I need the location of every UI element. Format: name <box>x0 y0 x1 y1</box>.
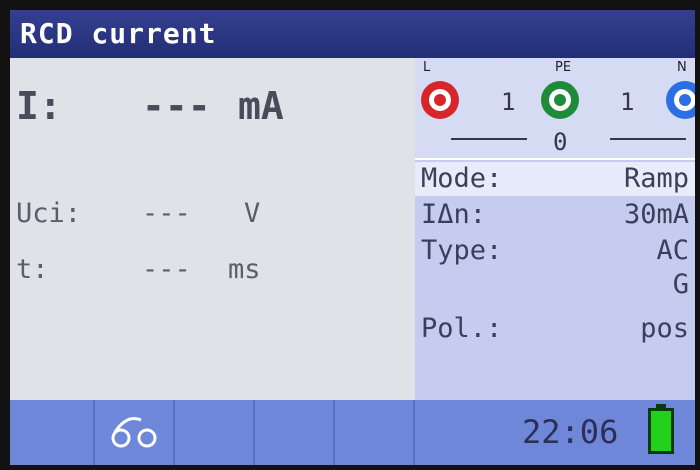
instrument-screen: RCD current I: --- mA Uci: --- V t: --- … <box>10 10 695 465</box>
setting-polarity[interactable]: Pol.: pos <box>415 312 695 346</box>
page-title: RCD current <box>10 10 695 58</box>
setting-value: Ramp <box>623 163 689 194</box>
settings-panel: L PE N 1 1 0 Mode: Ramp IΔn: 30mA Type: … <box>415 58 695 400</box>
function-key-3[interactable] <box>175 400 255 465</box>
function-key-1[interactable] <box>10 400 95 465</box>
terminal-status: L PE N 1 1 0 <box>415 58 695 160</box>
probe-icon <box>111 417 157 448</box>
terminal-pe-label: PE <box>555 60 572 75</box>
clock: 22:06 <box>522 413 619 451</box>
count-l-pe: 1 <box>501 88 516 116</box>
function-key-4[interactable] <box>255 400 335 465</box>
uci-unit: V <box>244 198 261 229</box>
t-value: --- <box>142 254 191 285</box>
setting-type-sub[interactable]: G <box>415 268 695 302</box>
result-value: --- <box>142 84 211 128</box>
uci-value: --- <box>142 198 191 229</box>
setting-label: Pol.: <box>421 313 503 344</box>
setting-value: G <box>672 269 689 300</box>
setting-type[interactable]: Type: AC <box>415 234 695 268</box>
connection-line-l-pe <box>451 138 527 140</box>
terminal-l-label: L <box>423 60 431 75</box>
function-key-bar: 22:06 <box>10 400 695 465</box>
t-unit: ms <box>228 254 261 285</box>
setting-value: pos <box>640 313 689 344</box>
setting-mode[interactable]: Mode: Ramp <box>415 162 695 196</box>
function-key-probe[interactable] <box>95 400 175 465</box>
t-label: t: <box>16 254 49 285</box>
setting-label: Mode: <box>421 163 503 194</box>
setting-label: Type: <box>421 235 503 266</box>
terminal-n-label: N <box>677 60 687 75</box>
battery-icon <box>648 404 674 454</box>
uci-label: Uci: <box>16 198 82 229</box>
result-unit: mA <box>238 84 284 128</box>
count-pe-n: 1 <box>620 88 635 116</box>
function-key-5[interactable] <box>335 400 415 465</box>
results-panel: I: --- mA Uci: --- V t: --- ms <box>10 58 415 400</box>
result-label: I: <box>16 84 62 128</box>
setting-value: AC <box>656 235 689 266</box>
setting-value: 30mA <box>623 199 689 230</box>
connection-line-pe-n <box>610 138 686 140</box>
setting-idn[interactable]: IΔn: 30mA <box>415 198 695 232</box>
setting-label: IΔn: <box>421 199 487 230</box>
count-pe: 0 <box>553 128 568 156</box>
